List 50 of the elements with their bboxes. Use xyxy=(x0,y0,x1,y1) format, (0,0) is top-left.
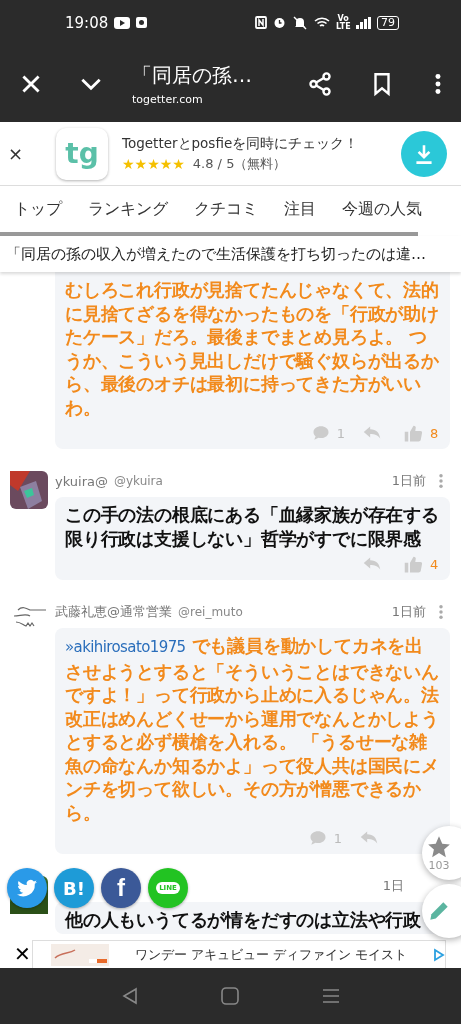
site-url: togetter.com xyxy=(132,92,203,106)
play-icon xyxy=(114,16,131,29)
avatar xyxy=(10,471,48,509)
comment-time: 1日前 xyxy=(391,603,426,621)
nav-tab[interactable]: トップ xyxy=(14,198,62,220)
ad-text: ワンデー アキュビュー ディファイン モイスト xyxy=(134,945,407,964)
user-handle[interactable]: @rei_muto xyxy=(178,605,243,619)
signal-icon xyxy=(356,16,371,29)
comment-text: »akihirosato1975 でも議員を動かしてカネを出させようとすると「そういうことはできないんですよ！」って行政から止めに入るじゃん。法改正はめんどくせーから運用でなんとかしようとすると必ず横槍を入れる。 「うるせーな雑魚の命なんか知るかよ」って役人共は国民にメンチを切って欲しい。その方が憎悪できるから。 xyxy=(65,634,440,824)
nav-tab[interactable]: 今週の人気 xyxy=(342,198,422,220)
comment-text: この手の法の根底にある「血縁家族が存在する限り行政は支援しない」哲学がすでに限界感 xyxy=(65,503,440,550)
share-icon[interactable] xyxy=(307,70,333,97)
rating-text: 4.8 / 5（無料） xyxy=(192,154,287,173)
download-button[interactable] xyxy=(401,130,447,177)
app-icon xyxy=(136,17,148,28)
like-count: 4 xyxy=(430,556,440,572)
reply-link[interactable]: »akihirosato1975 xyxy=(65,638,186,656)
comment-text: 他の人もいうてるが情をだすのは立法や行政 xyxy=(65,908,421,932)
comment-text: むしろこれ行政が見捨てたんじゃなくて、法的に見捨てざるを得なかったものを「行政が助けたケース」だろ。最後までまとめ見ろよ。 つうか、こういう見出しだけで騒ぐ奴らが出るから、最後のオチは最初に持ってきた方がいいわ。 xyxy=(65,278,440,419)
back-icon[interactable] xyxy=(121,987,138,1005)
reply-count: 1 xyxy=(336,425,345,441)
rating-stars: ★★★★★ xyxy=(122,155,185,172)
banner-close-button[interactable]: × xyxy=(8,143,56,164)
battery-level: 79 xyxy=(377,15,399,30)
app-logo: tg xyxy=(56,127,108,180)
ad-info-icon[interactable] xyxy=(433,947,445,962)
like-count: 8 xyxy=(430,425,440,441)
user-handle[interactable]: @ykuira xyxy=(114,474,163,488)
star-icon xyxy=(426,834,452,860)
user-name[interactable]: ykuira@ xyxy=(55,473,108,489)
network-label: Vo LTE xyxy=(336,14,350,31)
banner-title: Togetterとposfieを同時にチェック！ xyxy=(122,134,360,153)
home-icon[interactable] xyxy=(220,987,239,1005)
nfc-icon xyxy=(255,16,267,29)
ad-banner[interactable]: ワンデー アキュビュー ディファイン モイスト xyxy=(31,940,446,968)
clock-time: 19:08 xyxy=(65,13,109,32)
alarm-icon xyxy=(273,16,286,29)
ad-close-button[interactable]: ✕ xyxy=(14,942,32,966)
nav-tab[interactable]: 注目 xyxy=(284,198,316,220)
menu-icon[interactable] xyxy=(321,988,340,1004)
page-title: 「同居の孫… xyxy=(132,61,252,89)
comment-time: 1日前 xyxy=(391,472,426,490)
wifi-icon xyxy=(314,16,330,29)
muted-bell-icon xyxy=(292,15,308,30)
reply-count: 1 xyxy=(333,830,342,846)
user-name[interactable]: 武藤礼恵@通常営業 xyxy=(55,603,172,621)
nav-tab[interactable]: ランキング xyxy=(88,198,168,220)
comment-time: 1日 xyxy=(382,877,404,895)
nav-tab[interactable]: クチコミ xyxy=(194,198,258,220)
article-title: 「同居の孫の収入が増えたので生活保護を打ち切ったのは違… xyxy=(6,245,426,263)
